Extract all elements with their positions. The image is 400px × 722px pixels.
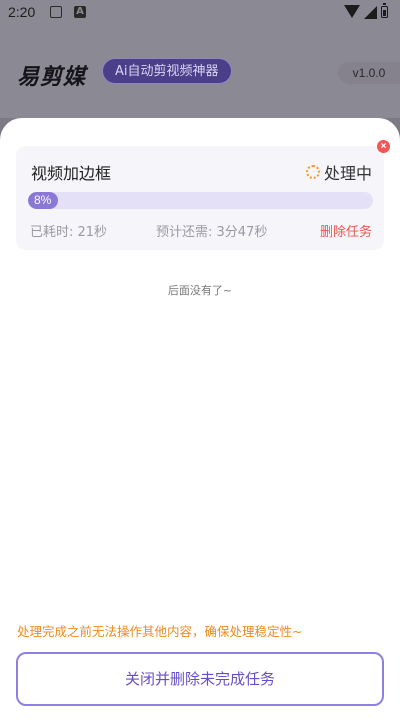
status-bar: 2:20 A bbox=[0, 0, 400, 26]
progress-label: 8% bbox=[34, 193, 52, 207]
version-badge: v1.0.0 bbox=[338, 62, 400, 84]
app-header: 易剪媒 Ai自动剪视频神器 v1.0.0 bbox=[0, 26, 400, 118]
task-status-label: 处理中 bbox=[323, 164, 372, 183]
signal-icon bbox=[364, 6, 377, 19]
remaining-time: 预计还需: 3分47秒 bbox=[156, 225, 268, 240]
close-and-delete-button[interactable]: 关闭并删除未完成任务 bbox=[16, 652, 384, 706]
task-card: 视频加边框 处理中 8% 已耗时: 21秒 预计还需: 3分47秒 删除任务 bbox=[16, 146, 384, 250]
app-logo: 易剪媒 bbox=[17, 65, 87, 90]
warning-text: 处理完成之前无法操作其他内容，确保处理稳定性~ bbox=[17, 624, 303, 639]
a-icon: A bbox=[74, 6, 86, 18]
wifi-icon bbox=[344, 5, 360, 18]
app-slogan: Ai自动剪视频神器 bbox=[102, 58, 232, 84]
list-end-text: 后面没有了~ bbox=[167, 284, 233, 297]
task-sheet: 视频加边框 处理中 8% 已耗时: 21秒 预计还需: 3分47秒 删除任务 ×… bbox=[0, 118, 400, 722]
progress-bar: 8% bbox=[28, 192, 373, 209]
loading-spinner-icon bbox=[305, 165, 320, 179]
battery-icon bbox=[381, 3, 388, 18]
status-icons bbox=[344, 3, 390, 21]
image-icon bbox=[50, 6, 62, 18]
status-time: 2:20 bbox=[8, 4, 36, 20]
elapsed-time: 已耗时: 21秒 bbox=[30, 225, 108, 240]
task-status: 处理中 bbox=[305, 160, 372, 184]
delete-task-button[interactable]: 删除任务 bbox=[320, 221, 372, 240]
close-icon[interactable]: × bbox=[377, 140, 390, 153]
task-title: 视频加边框 bbox=[31, 164, 112, 183]
